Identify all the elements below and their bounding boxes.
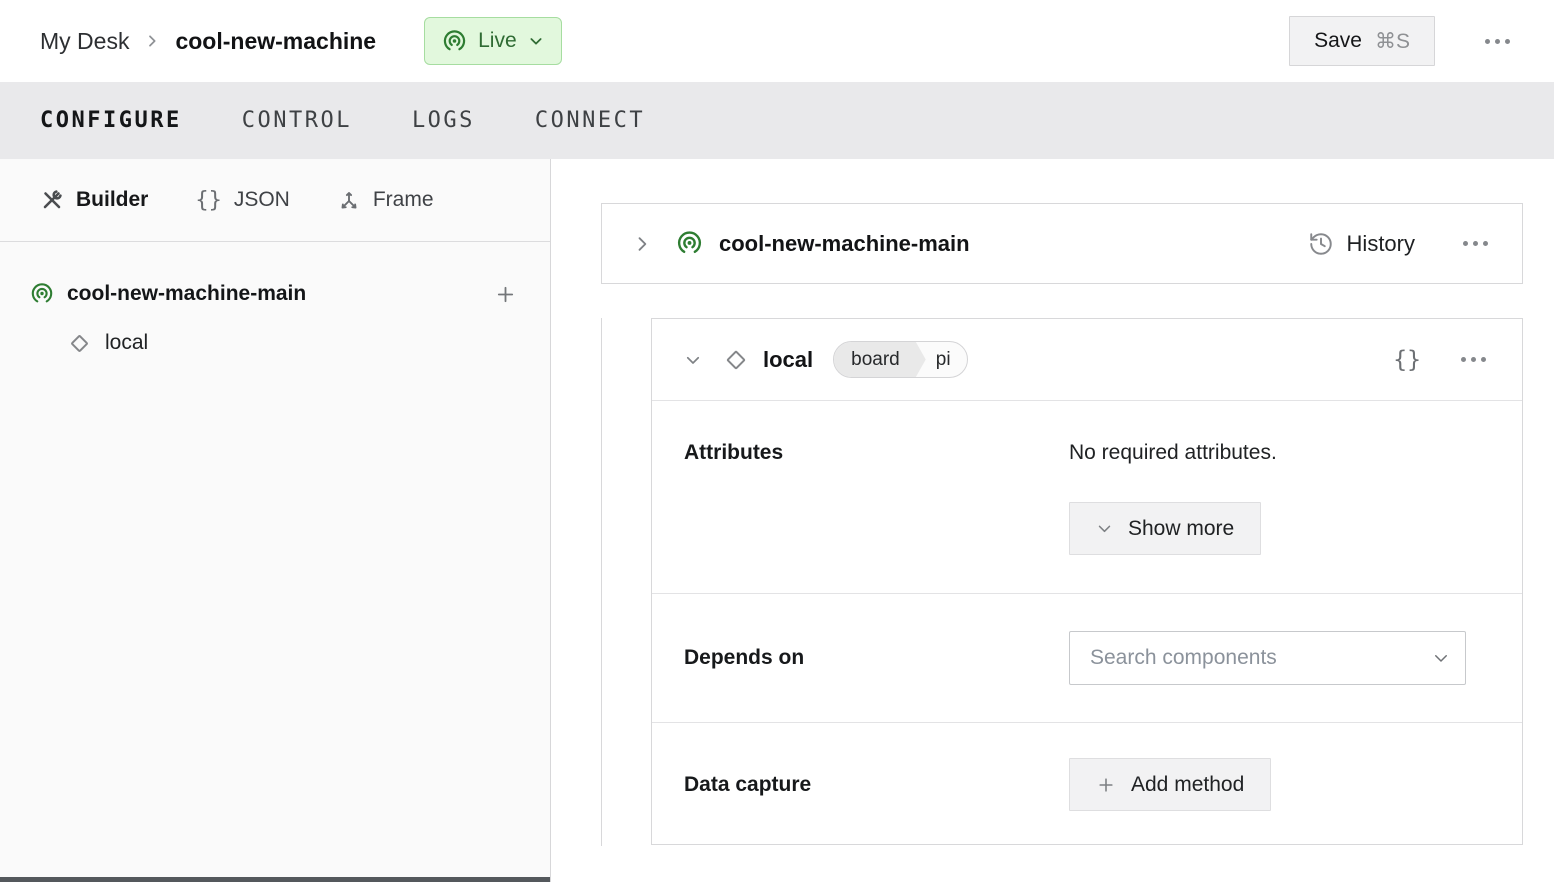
history-button-label: History <box>1347 231 1415 257</box>
chevron-down-icon <box>528 33 544 49</box>
show-more-button[interactable]: Show more <box>1069 502 1261 555</box>
tree-item-machine-part-label: cool-new-machine-main <box>67 282 494 306</box>
tree-item-local[interactable]: local <box>0 319 550 367</box>
machine-nav-tabs: CONFIGURE CONTROL LOGS CONNECT <box>0 82 1554 159</box>
view-tab-frame-label: Frame <box>373 188 434 212</box>
depends-on-section-label: Depends on <box>684 646 804 669</box>
view-tab-builder[interactable]: Builder <box>40 188 148 212</box>
add-method-button[interactable]: Add method <box>1069 758 1271 811</box>
breadcrumb-parent-link[interactable]: My Desk <box>40 28 129 55</box>
header-more-menu-icon[interactable] <box>1481 33 1514 50</box>
tree-connector-line <box>601 318 602 846</box>
save-shortcut-hint: ⌘S <box>1375 29 1410 54</box>
add-component-button[interactable] <box>494 283 517 306</box>
component-diamond-icon <box>726 350 746 370</box>
tab-connect[interactable]: CONNECT <box>535 108 645 133</box>
component-diamond-icon <box>70 334 88 352</box>
collapse-chevron-down-icon[interactable] <box>684 351 702 369</box>
attributes-section: Attributes No required attributes. Show … <box>652 401 1522 594</box>
component-card-header: local board pi {} <box>652 319 1522 401</box>
config-sidebar: Builder {} JSON Frame <box>0 159 551 882</box>
show-more-button-label: Show more <box>1128 517 1234 541</box>
tab-logs[interactable]: LOGS <box>412 108 475 133</box>
collapse-chevron-right-icon[interactable] <box>632 234 652 254</box>
view-tab-json-label: JSON <box>234 188 290 212</box>
builder-tools-icon <box>40 188 64 212</box>
tab-control[interactable]: CONTROL <box>242 108 352 133</box>
view-tab-json[interactable]: {} JSON <box>195 188 290 213</box>
badge-chevron-separator <box>908 342 926 377</box>
breadcrumb-current-page: cool-new-machine <box>175 28 376 55</box>
tree-item-local-label: local <box>105 331 148 355</box>
component-more-menu-icon[interactable] <box>1457 351 1490 368</box>
attributes-empty-message: No required attributes. <box>1069 441 1466 465</box>
breadcrumb: My Desk cool-new-machine <box>40 28 376 55</box>
top-bar: My Desk cool-new-machine Live Save ⌘S <box>0 0 1554 82</box>
component-type: board <box>834 342 908 377</box>
search-components-input[interactable] <box>1069 631 1466 685</box>
live-status-label: Live <box>478 29 517 53</box>
tab-configure[interactable]: CONFIGURE <box>40 108 182 133</box>
component-card-local: local board pi {} Attributes No required… <box>651 318 1523 845</box>
component-json-button[interactable]: {} <box>1393 347 1421 373</box>
add-method-button-label: Add method <box>1131 773 1244 797</box>
breadcrumb-separator-icon <box>144 33 160 49</box>
data-capture-section-label: Data capture <box>684 773 811 796</box>
app-window: My Desk cool-new-machine Live Save ⌘S <box>0 0 1554 882</box>
component-title: local <box>763 347 813 373</box>
curly-braces-icon: {} <box>195 188 222 213</box>
machine-live-icon <box>442 29 467 54</box>
history-button[interactable]: History <box>1308 231 1415 257</box>
save-button[interactable]: Save ⌘S <box>1289 16 1435 66</box>
depends-on-select <box>1069 631 1466 685</box>
machine-part-card-header: cool-new-machine-main History <box>601 203 1523 284</box>
chevron-down-icon <box>1096 520 1113 537</box>
view-tab-frame[interactable]: Frame <box>337 188 434 212</box>
config-view-tabs: Builder {} JSON Frame <box>0 159 550 242</box>
live-status-dropdown[interactable]: Live <box>424 17 562 65</box>
machine-part-icon <box>30 282 54 306</box>
view-tab-builder-label: Builder <box>76 188 148 212</box>
frame-axes-icon <box>337 188 361 212</box>
sidebar-horizontal-scrollbar[interactable] <box>0 877 550 882</box>
part-card-more-menu-icon[interactable] <box>1459 235 1492 252</box>
machine-part-icon <box>676 230 703 257</box>
config-main-panel: cool-new-machine-main History <box>551 159 1554 882</box>
component-type-badge: board pi <box>833 341 967 378</box>
data-capture-section: Data capture Add method <box>652 723 1522 846</box>
plus-icon <box>1096 775 1116 795</box>
history-clock-icon <box>1308 231 1334 257</box>
component-model: pi <box>926 342 967 377</box>
depends-on-section: Depends on <box>652 594 1522 723</box>
tree-item-machine-part[interactable]: cool-new-machine-main <box>0 269 550 319</box>
machine-part-title: cool-new-machine-main <box>719 231 970 257</box>
attributes-section-label: Attributes <box>684 441 783 464</box>
save-button-label: Save <box>1314 29 1362 53</box>
